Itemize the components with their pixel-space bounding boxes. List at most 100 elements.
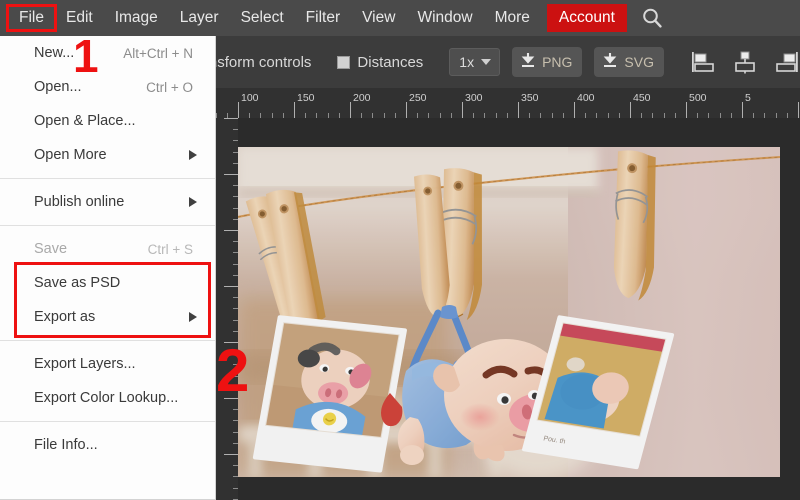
ruler-label: 5 bbox=[745, 92, 751, 104]
ruler-tick bbox=[328, 113, 329, 118]
menu-item-publish-online[interactable]: Publish online bbox=[0, 185, 215, 219]
menu-item-new[interactable]: New...Alt+Ctrl + N bbox=[0, 36, 215, 70]
ruler-tick bbox=[798, 102, 799, 118]
distances-checkbox[interactable]: Distances bbox=[337, 54, 423, 71]
menu-item-open-place[interactable]: Open & Place... bbox=[0, 104, 215, 138]
menu-item-open[interactable]: Open...Ctrl + O bbox=[0, 70, 215, 104]
vertical-ruler bbox=[216, 118, 238, 500]
ruler-tick bbox=[233, 163, 238, 164]
menu-separator bbox=[0, 178, 215, 179]
menubar-item-view[interactable]: View bbox=[351, 6, 406, 30]
menu-item-new-shortcut: Alt+Ctrl + N bbox=[123, 46, 203, 61]
chevron-down-icon bbox=[481, 59, 491, 65]
ruler-tick bbox=[233, 129, 238, 130]
export-png-button[interactable]: PNG bbox=[512, 47, 582, 77]
align-right-icon[interactable] bbox=[774, 50, 800, 74]
document-image[interactable]: Pou. th bbox=[238, 147, 780, 477]
ruler-tick bbox=[233, 443, 238, 444]
menu-item-open-more-label: Open More bbox=[34, 147, 107, 163]
menubar-item-select[interactable]: Select bbox=[230, 6, 295, 30]
ruler-tick bbox=[233, 219, 238, 220]
menu-item-open-more[interactable]: Open More bbox=[0, 138, 215, 172]
menu-bar: FileEditImageLayerSelectFilterViewWindow… bbox=[0, 0, 800, 36]
menu-item-open-place-label: Open & Place... bbox=[34, 113, 136, 129]
menu-item-export-color-lookup[interactable]: Export Color Lookup... bbox=[0, 381, 215, 415]
file-menu-dropdown[interactable]: New...Alt+Ctrl + NOpen...Ctrl + O Open & … bbox=[0, 36, 216, 500]
menu-separator bbox=[0, 340, 215, 341]
ruler-tick bbox=[233, 208, 238, 209]
ruler-tick bbox=[484, 113, 485, 118]
ruler-tick bbox=[664, 113, 665, 118]
ruler-tick bbox=[361, 113, 362, 118]
zoom-level-value: 1x bbox=[459, 54, 474, 70]
ruler-tick bbox=[233, 308, 238, 309]
ruler-tick bbox=[675, 113, 676, 118]
ruler-tick bbox=[451, 113, 452, 118]
account-button[interactable]: Account bbox=[547, 4, 627, 33]
menu-item-export-layers[interactable]: Export Layers... bbox=[0, 347, 215, 381]
ruler-tick bbox=[384, 113, 385, 118]
submenu-arrow-icon bbox=[189, 197, 197, 207]
zoom-level-select[interactable]: 1x bbox=[449, 48, 500, 76]
ruler-tick bbox=[440, 113, 441, 118]
ruler-tick bbox=[233, 432, 238, 433]
ruler-tick bbox=[630, 102, 631, 118]
search-icon[interactable] bbox=[641, 7, 663, 29]
ruler-tick bbox=[428, 113, 429, 118]
ruler-tick bbox=[395, 113, 396, 118]
menubar-item-more[interactable]: More bbox=[484, 6, 541, 30]
ruler-tick bbox=[272, 113, 273, 118]
ruler-tick bbox=[608, 113, 609, 118]
ruler-tick bbox=[350, 102, 351, 118]
ruler-tick bbox=[462, 102, 463, 118]
align-center-icon[interactable] bbox=[732, 50, 758, 74]
menubar-item-filter[interactable]: Filter bbox=[295, 6, 351, 30]
ruler-tick bbox=[641, 113, 642, 118]
menubar-item-edit[interactable]: Edit bbox=[55, 6, 104, 30]
ruler-tick bbox=[496, 113, 497, 118]
ruler-tick bbox=[552, 113, 553, 118]
ruler-tick bbox=[305, 113, 306, 118]
ruler-tick bbox=[233, 264, 238, 265]
ruler-tick bbox=[233, 320, 238, 321]
menu-item-file-info[interactable]: File Info... bbox=[0, 428, 215, 462]
download-icon bbox=[602, 52, 618, 72]
align-left-icon[interactable] bbox=[690, 50, 716, 74]
ruler-tick bbox=[563, 113, 564, 118]
ruler-tick bbox=[224, 118, 238, 119]
menu-item-export-as[interactable]: Export as bbox=[0, 300, 215, 334]
menu-item-save-as-psd[interactable]: Save as PSD bbox=[0, 266, 215, 300]
ruler-label: 400 bbox=[577, 92, 595, 104]
ruler-tick bbox=[316, 113, 317, 118]
menubar-item-file[interactable]: File bbox=[8, 6, 55, 30]
ruler-tick bbox=[529, 113, 530, 118]
menubar-item-window[interactable]: Window bbox=[406, 6, 483, 30]
canvas-area[interactable]: Pou. th bbox=[238, 118, 800, 500]
ruler-tick bbox=[233, 252, 238, 253]
distances-checkbox-box[interactable] bbox=[337, 56, 350, 69]
ruler-tick bbox=[233, 476, 238, 477]
menubar-item-image[interactable]: Image bbox=[104, 6, 169, 30]
ruler-tick bbox=[233, 185, 238, 186]
ruler-tick bbox=[249, 113, 250, 118]
annotation-step-1: 1 bbox=[73, 33, 99, 79]
export-svg-button[interactable]: SVG bbox=[594, 47, 664, 77]
ruler-tick bbox=[406, 102, 407, 118]
ruler-label: 300 bbox=[465, 92, 483, 104]
ruler-tick bbox=[294, 102, 295, 118]
menubar-item-layer[interactable]: Layer bbox=[169, 6, 230, 30]
ruler-tick bbox=[731, 113, 732, 118]
ruler-tick bbox=[742, 102, 743, 118]
ruler-label: 350 bbox=[521, 92, 539, 104]
ruler-tick bbox=[574, 102, 575, 118]
ruler-tick bbox=[238, 102, 239, 118]
ruler-tick bbox=[233, 465, 238, 466]
ruler-tick bbox=[776, 113, 777, 118]
ruler-tick bbox=[652, 113, 653, 118]
ruler-tick bbox=[233, 488, 238, 489]
app-window: Pou. th 1001502002503003504004505005 ran… bbox=[0, 0, 800, 500]
menu-item-open-shortcut: Ctrl + O bbox=[146, 80, 203, 95]
ruler-tick bbox=[260, 113, 261, 118]
ruler-tick bbox=[233, 140, 238, 141]
ruler-tick bbox=[708, 113, 709, 118]
